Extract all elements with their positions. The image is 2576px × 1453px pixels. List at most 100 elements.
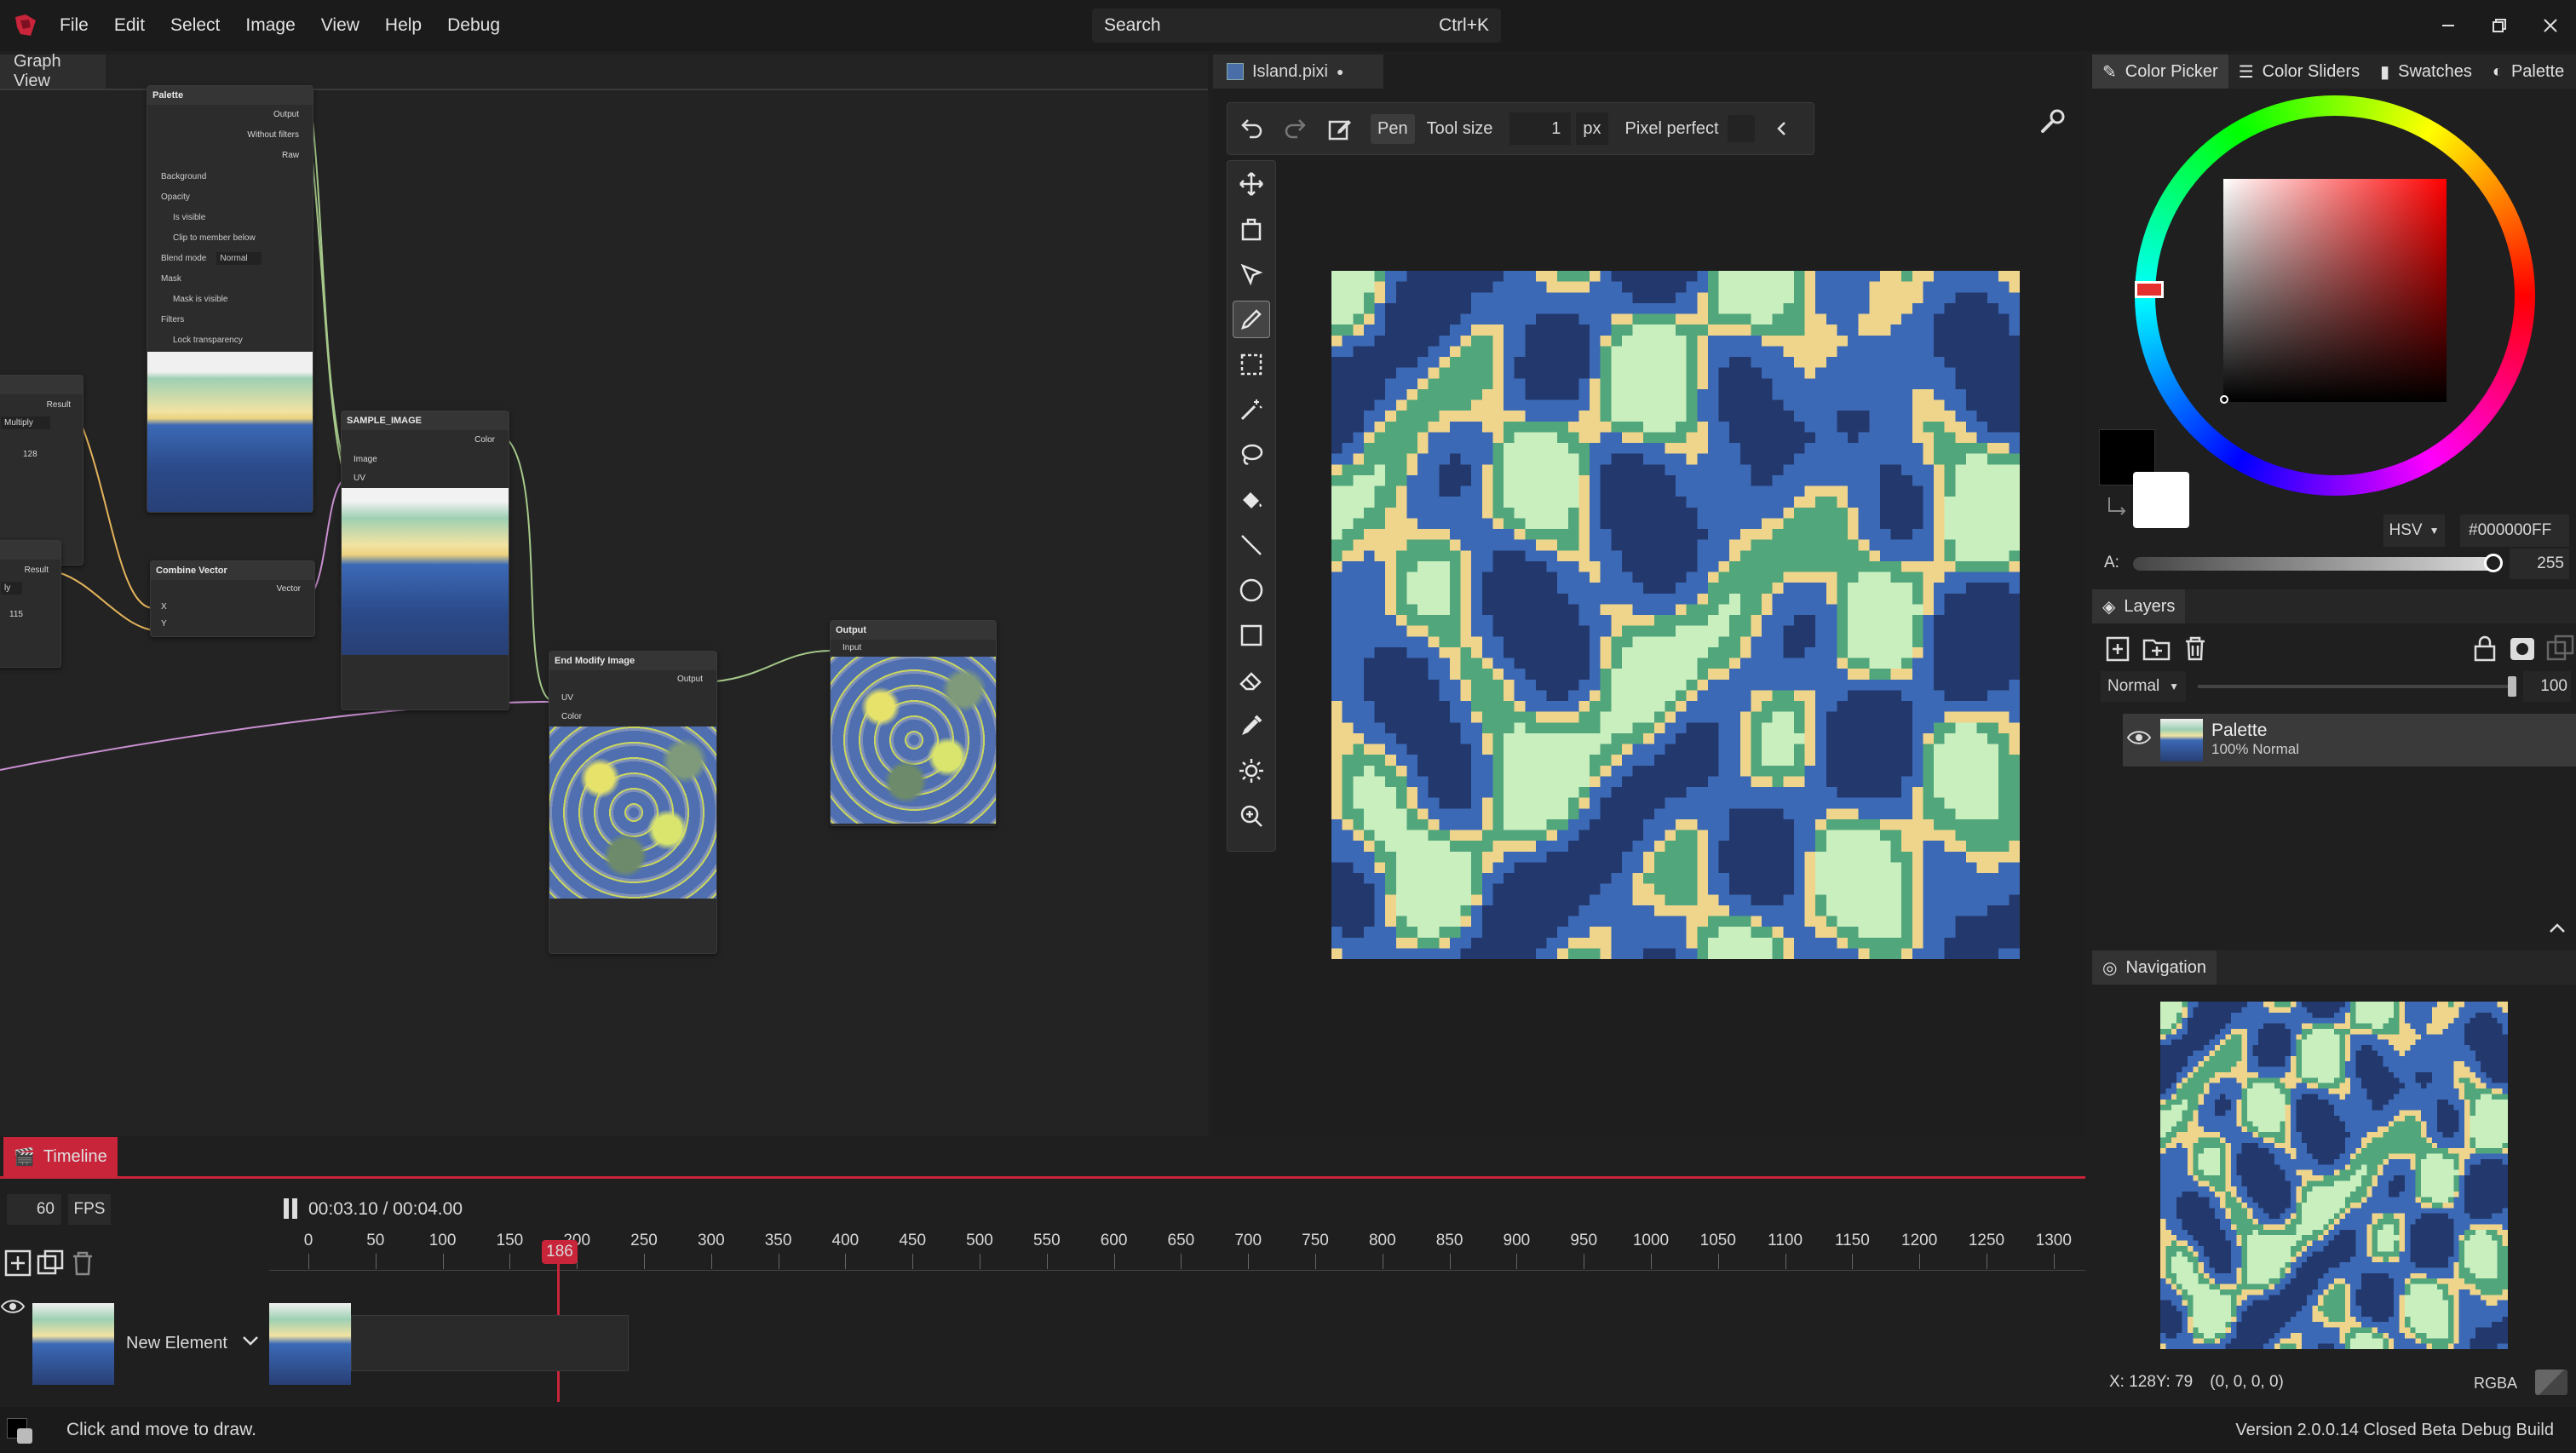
magic-wand-icon[interactable] [1233, 391, 1270, 428]
param-mask-visible[interactable]: Mask is visible [147, 289, 313, 309]
collapse-chevron-up-icon[interactable] [2547, 920, 2567, 942]
menu-edit[interactable]: Edit [114, 15, 145, 36]
pixel-perfect-checkbox[interactable] [1727, 115, 1755, 142]
sv-handle[interactable] [2220, 395, 2228, 404]
node-combine-vector[interactable]: Combine Vector Vector X Y [150, 560, 315, 637]
saturation-value-square[interactable] [2223, 179, 2447, 402]
edit-icon[interactable] [1326, 115, 1354, 142]
tab-swatches[interactable]: ▮ Swatches [2370, 55, 2482, 89]
island-pixel [1858, 669, 1870, 680]
param-is-visible[interactable]: Is visible [147, 207, 313, 227]
eraser-icon[interactable] [1233, 662, 1270, 699]
hex-input[interactable]: #000000FF [2460, 514, 2569, 547]
tab-navigation[interactable]: ◎ Navigation [2092, 950, 2217, 985]
island-pixel [2009, 765, 2020, 777]
eye-icon[interactable] [2126, 727, 2152, 753]
rect-select-icon[interactable] [1233, 346, 1270, 383]
swap-colors-icon[interactable] [2106, 494, 2128, 521]
bucket-icon[interactable] [1233, 481, 1270, 519]
island-pixel [1471, 669, 1482, 680]
node-left-a[interactable]: Result Multiply 128 [0, 375, 83, 566]
layer-row-palette[interactable]: Palette 100% Normal [2123, 714, 2576, 767]
island-pixel [1578, 313, 1590, 325]
eyedropper-icon[interactable] [1233, 707, 1270, 744]
layer-name: Palette [2211, 721, 2268, 740]
brightness-icon[interactable] [1233, 752, 1270, 790]
menu-image[interactable]: Image [245, 15, 295, 36]
layer-opacity-input[interactable]: 100 [2523, 671, 2571, 702]
island-pixel [1557, 808, 1568, 819]
lasso-icon[interactable] [1233, 436, 1270, 474]
move-icon[interactable] [1233, 165, 1270, 203]
restore-button[interactable] [2474, 0, 2525, 51]
new-layer-icon[interactable] [2104, 634, 2133, 668]
rectangle-icon[interactable] [1233, 617, 1270, 654]
node-left-b[interactable]: Result ly 115 [0, 540, 61, 668]
lock-icon[interactable] [2470, 634, 2499, 668]
redo-icon[interactable] [1282, 115, 1309, 142]
tab-layers[interactable]: ◈ Layers [2092, 589, 2186, 623]
collapse-toolbar-icon[interactable] [1772, 118, 1792, 139]
settings-wrench-icon[interactable] [2036, 106, 2068, 143]
close-button[interactable] [2525, 0, 2576, 51]
pen-icon[interactable] [1233, 301, 1270, 338]
navigation-preview[interactable] [2160, 1002, 2508, 1349]
alpha-slider-handle[interactable] [2484, 554, 2503, 572]
mask-icon[interactable] [2508, 634, 2537, 668]
param-clip[interactable]: Clip to member below [147, 227, 313, 248]
color-mode-dropdown[interactable]: HSV ▼ [2383, 514, 2445, 547]
merge-icon[interactable] [2545, 634, 2574, 668]
island-pixel [1707, 722, 1719, 733]
menu-file[interactable]: File [60, 15, 89, 36]
left-a-value[interactable]: 128 [0, 428, 83, 459]
layer-opacity-slider[interactable] [2198, 676, 2516, 697]
island-pixel [1353, 464, 1364, 475]
menu-select[interactable]: Select [170, 15, 220, 36]
left-a-dropdown[interactable]: Multiply [0, 416, 83, 429]
pen-mode-button[interactable]: Pen [1371, 113, 1415, 144]
secondary-color-swatch[interactable] [2133, 472, 2189, 528]
drawing-canvas[interactable] [1331, 271, 2020, 959]
left-b-value[interactable]: 115 [0, 593, 60, 619]
search-input[interactable]: Search Ctrl+K [1092, 9, 1501, 43]
rotate-icon[interactable] [1233, 210, 1270, 248]
island-pixel [1815, 571, 1826, 583]
blend-dropdown[interactable]: Normal [216, 251, 262, 265]
select-arrow-icon[interactable] [1233, 256, 1270, 293]
tab-color-sliders[interactable]: ☰ Color Sliders [2228, 55, 2370, 89]
island-pixel [1342, 560, 1354, 572]
undo-icon[interactable] [1238, 115, 1265, 142]
ellipse-icon[interactable] [1233, 571, 1270, 609]
node-sample-image[interactable]: SAMPLE_IMAGE Color Image UV [341, 411, 509, 710]
tab-palette[interactable]: ◐ Palette [2482, 55, 2574, 89]
delete-layer-icon[interactable] [2181, 634, 2210, 668]
node-end-modify-image[interactable]: End Modify Image Output UV Color [549, 651, 717, 954]
island-pixel [2230, 1002, 2237, 1008]
island-pixel [1987, 625, 1998, 637]
menu-debug[interactable]: Debug [447, 15, 500, 36]
island-pixel [2296, 1039, 2302, 1045]
island-pixel [2009, 732, 2020, 744]
island-pixel [1826, 550, 1837, 561]
line-icon[interactable] [1233, 526, 1270, 564]
param-blend-mode[interactable]: Blend mode Normal [147, 248, 313, 268]
zoom-icon[interactable] [1233, 797, 1270, 835]
menu-help[interactable]: Help [385, 15, 422, 36]
menu-view[interactable]: View [321, 15, 359, 36]
alpha-slider[interactable] [2133, 554, 2503, 572]
node-palette[interactable]: Palette Output Without filters Raw Backg… [147, 85, 313, 513]
param-lock-transparency[interactable]: Lock transparency [147, 330, 313, 350]
hue-handle[interactable] [2135, 281, 2164, 298]
tab-island-pixi[interactable]: Island.pixi ● [1213, 55, 1383, 89]
tool-size-input[interactable]: 1 [1509, 112, 1572, 145]
new-folder-icon[interactable] [2142, 634, 2172, 668]
node-output[interactable]: Output Input [830, 620, 997, 826]
alpha-input[interactable]: 255 [2510, 548, 2569, 579]
minimize-button[interactable] [2423, 0, 2474, 51]
island-pixel [1697, 615, 1708, 626]
island-pixel [1858, 453, 1870, 465]
layer-blend-dropdown[interactable]: Normal ▼ [2101, 671, 2186, 702]
island-pixel [1804, 421, 1816, 433]
left-b-dropdown[interactable]: ly [0, 582, 60, 594]
tab-color-picker[interactable]: ✎ Color Picker [2092, 55, 2228, 89]
